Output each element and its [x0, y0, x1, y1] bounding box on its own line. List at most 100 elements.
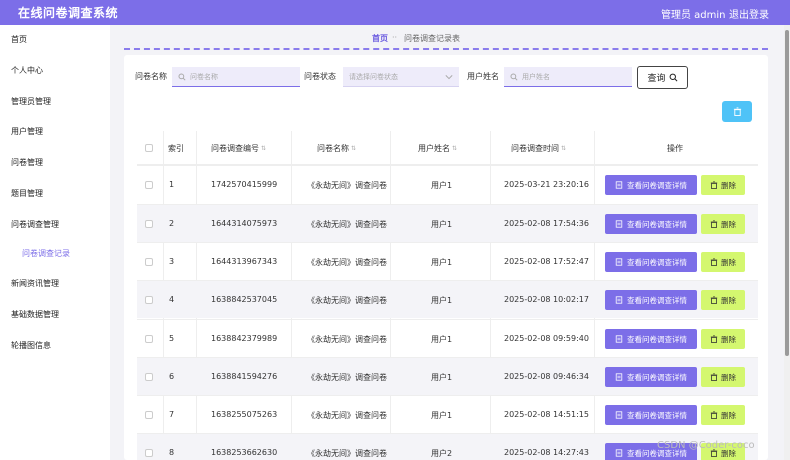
row-questionnaire-name: 《永劫无间》调查问卷: [307, 181, 387, 190]
sort-icon: ⇅: [452, 145, 458, 152]
filter-user-label: 用户姓名: [467, 72, 499, 81]
row-survey-time: 2025-02-08 14:51:15: [504, 410, 589, 419]
view-detail-label: 查看问卷调查详情: [627, 295, 687, 305]
row-survey-time: 2025-02-08 17:52:47: [504, 257, 589, 266]
delete-button[interactable]: 删除: [701, 252, 745, 272]
view-detail-label: 查看问卷调查详情: [627, 219, 687, 229]
select-all-checkbox[interactable]: [145, 144, 153, 152]
row-code: 1644313967343: [211, 257, 278, 266]
table-row: 4 1638842537045 《永劫无间》调查问卷 用户1 2025-02-08 10…: [137, 280, 758, 318]
row-questionnaire-name: 《永劫无间》调查问卷: [307, 296, 387, 305]
document-icon: [615, 220, 623, 228]
delete-button[interactable]: 删除: [701, 214, 745, 234]
view-detail-button[interactable]: 查看问卷调查详情: [605, 367, 697, 387]
search-icon: [510, 72, 518, 81]
row-user-name: 用户1: [431, 181, 453, 190]
questionnaire-status-select[interactable]: 请选择问卷状态: [343, 67, 459, 87]
row-checkbox[interactable]: [145, 258, 153, 266]
search-button[interactable]: 查询: [637, 66, 688, 89]
search-icon: [669, 73, 677, 82]
sidebar: 首页 个人中心 管理员管理 用户管理 问卷管理 题目管理 问卷调查管理 问卷调查…: [0, 25, 110, 460]
sidebar-item-carousel[interactable]: 轮播图信息: [11, 340, 51, 351]
row-index: 2: [169, 219, 175, 228]
delete-button[interactable]: 删除: [701, 405, 745, 425]
sidebar-item-survey-management[interactable]: 问卷调查管理: [11, 219, 59, 230]
current-user-label: 管理员 admin: [661, 10, 726, 21]
user-name-input[interactable]: 用户姓名: [504, 67, 632, 87]
delete-button[interactable]: 删除: [701, 329, 745, 349]
filter-name-label: 问卷名称: [135, 72, 167, 81]
logout-link[interactable]: 退出登录: [729, 6, 769, 21]
row-index: 6: [169, 372, 175, 381]
row-survey-time: 2025-02-08 09:46:34: [504, 372, 589, 381]
view-detail-button[interactable]: 查看问卷调查详情: [605, 329, 697, 349]
sidebar-item-admin[interactable]: 管理员管理: [11, 96, 51, 107]
column-header-time-label: 问卷调查时间: [511, 144, 559, 153]
delete-button[interactable]: 删除: [701, 175, 745, 195]
view-detail-button[interactable]: 查看问卷调查详情: [605, 214, 697, 234]
sidebar-item-questions[interactable]: 题目管理: [11, 188, 43, 199]
questionnaire-name-input[interactable]: 问卷名称: [172, 67, 300, 87]
sidebar-item-questionnaires[interactable]: 问卷管理: [11, 157, 43, 168]
breadcrumb-separator: ··: [392, 33, 398, 42]
row-index: 5: [169, 334, 175, 343]
sidebar-item-home[interactable]: 首页: [11, 34, 27, 45]
row-user-name: 用户1: [431, 258, 453, 267]
view-detail-label: 查看问卷调查详情: [627, 334, 687, 344]
column-header-code[interactable]: 问卷调查编号 ⇅: [211, 143, 266, 154]
delete-label: 删除: [721, 410, 736, 420]
trash-icon: [710, 373, 718, 381]
column-header-user-label: 用户姓名: [418, 144, 450, 153]
document-icon: [615, 411, 623, 419]
breadcrumb-home[interactable]: 首页: [372, 33, 388, 44]
row-user-name: 用户1: [431, 296, 453, 305]
row-checkbox[interactable]: [145, 373, 153, 381]
row-checkbox[interactable]: [145, 411, 153, 419]
trash-icon: [710, 181, 718, 189]
column-header-name[interactable]: 问卷名称 ⇅: [317, 143, 356, 154]
row-index: 3: [169, 257, 175, 266]
delete-button[interactable]: 删除: [701, 367, 745, 387]
sidebar-item-news[interactable]: 新闻资讯管理: [11, 278, 59, 289]
row-user-name: 用户1: [431, 373, 453, 382]
column-header-time[interactable]: 问卷调查时间 ⇅: [511, 143, 566, 154]
sort-icon: ⇅: [261, 145, 267, 152]
sidebar-item-users[interactable]: 用户管理: [11, 126, 43, 137]
row-code: 1638841594276: [211, 372, 278, 381]
view-detail-button[interactable]: 查看问卷调查详情: [605, 405, 697, 425]
sidebar-item-base-data[interactable]: 基础数据管理: [11, 309, 59, 320]
row-checkbox[interactable]: [145, 335, 153, 343]
row-user-name: 用户2: [431, 449, 453, 458]
row-survey-time: 2025-02-08 09:59:40: [504, 334, 589, 343]
row-checkbox[interactable]: [145, 449, 153, 457]
view-detail-button[interactable]: 查看问卷调查详情: [605, 290, 697, 310]
delete-label: 删除: [721, 334, 736, 344]
row-survey-time: 2025-02-08 14:27:43: [504, 448, 589, 457]
delete-label: 删除: [721, 372, 736, 382]
delete-button[interactable]: 删除: [701, 290, 745, 310]
table-row: 7 1638255075263 《永劫无间》调查问卷 用户1 2025-02-08 14…: [137, 395, 758, 433]
column-header-user[interactable]: 用户姓名 ⇅: [418, 143, 457, 154]
row-user-name: 用户1: [431, 335, 453, 344]
row-index: 1: [169, 180, 175, 189]
bulk-delete-button[interactable]: [722, 101, 752, 122]
view-detail-button[interactable]: 查看问卷调查详情: [605, 252, 697, 272]
row-checkbox[interactable]: [145, 181, 153, 189]
row-code: 1638842537045: [211, 295, 278, 304]
row-survey-time: 2025-02-08 10:02:17: [504, 295, 589, 304]
trash-icon: [710, 411, 718, 419]
sidebar-item-survey-records[interactable]: 问卷调查记录: [22, 248, 70, 259]
app-title: 在线问卷调查系统: [18, 6, 119, 20]
scrollbar-thumb[interactable]: [785, 30, 789, 356]
user-name-placeholder: 用户姓名: [522, 72, 550, 81]
row-checkbox[interactable]: [145, 296, 153, 304]
row-user-name: 用户1: [431, 411, 453, 420]
row-code: 1742570415999: [211, 180, 278, 189]
table-row: 5 1638842379989 《永劫无间》调查问卷 用户1 2025-02-08 09…: [137, 319, 758, 357]
view-detail-button[interactable]: 查看问卷调查详情: [605, 175, 697, 195]
row-checkbox[interactable]: [145, 220, 153, 228]
top-bar: 在线问卷调查系统 管理员 admin 退出登录: [0, 0, 790, 25]
questionnaire-status-placeholder: 请选择问卷状态: [349, 72, 398, 81]
table-row: 2 1644314075973 《永劫无间》调查问卷 用户1 2025-02-08 17…: [137, 204, 758, 242]
sidebar-item-profile[interactable]: 个人中心: [11, 65, 43, 76]
